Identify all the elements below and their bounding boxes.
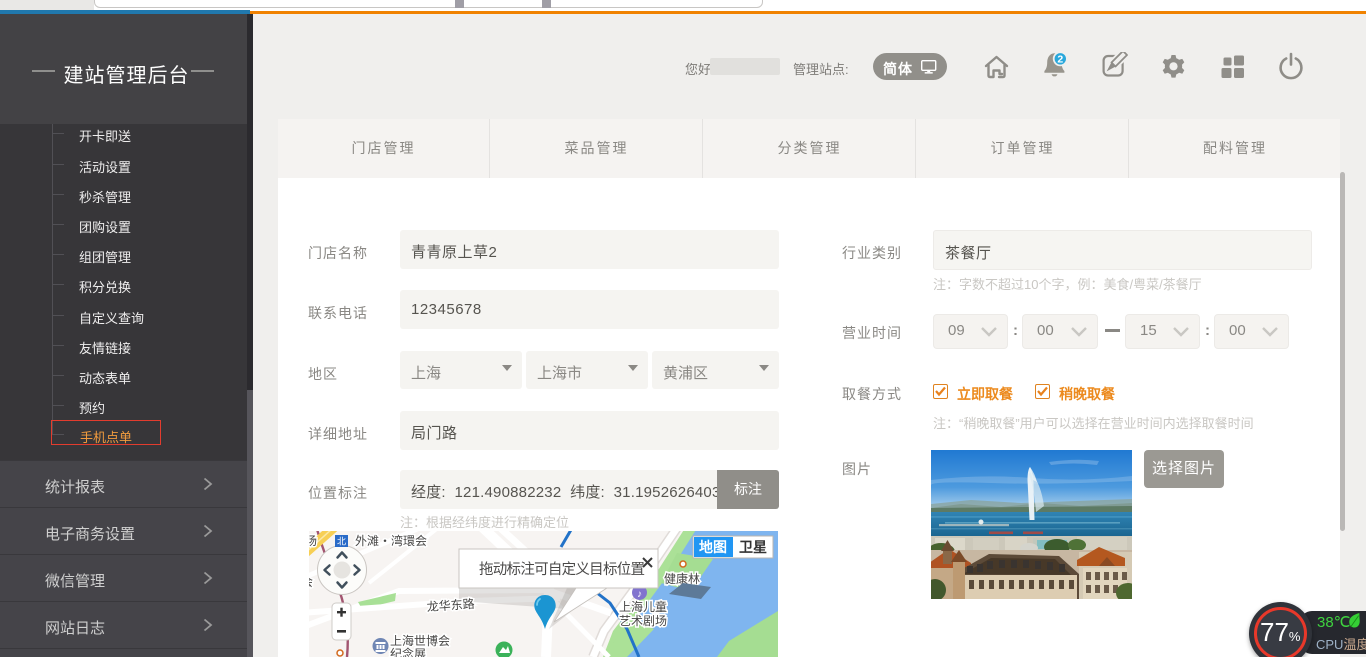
- svg-text:上海儿童: 上海儿童: [619, 599, 667, 614]
- svg-text:北: 北: [337, 537, 346, 547]
- svg-text:地图: 地图: [699, 539, 727, 555]
- svg-text:♪: ♪: [637, 589, 642, 600]
- svg-text:会: 会: [309, 575, 313, 589]
- svg-text:艺术剧场: 艺术剧场: [619, 614, 667, 628]
- svg-text:卫星: 卫星: [739, 539, 767, 555]
- svg-text:2: 2: [1057, 54, 1063, 66]
- svg-text:上海世博会: 上海世博会: [390, 633, 450, 648]
- svg-text:拖动标注可自定义目标位置: 拖动标注可自定义目标位置: [479, 561, 645, 578]
- svg-text:外滩・湾環会: 外滩・湾環会: [355, 533, 427, 548]
- svg-text:场: 场: [309, 534, 317, 548]
- svg-text:健康林: 健康林: [664, 571, 700, 586]
- svg-text:纪念展: 纪念展: [390, 646, 426, 657]
